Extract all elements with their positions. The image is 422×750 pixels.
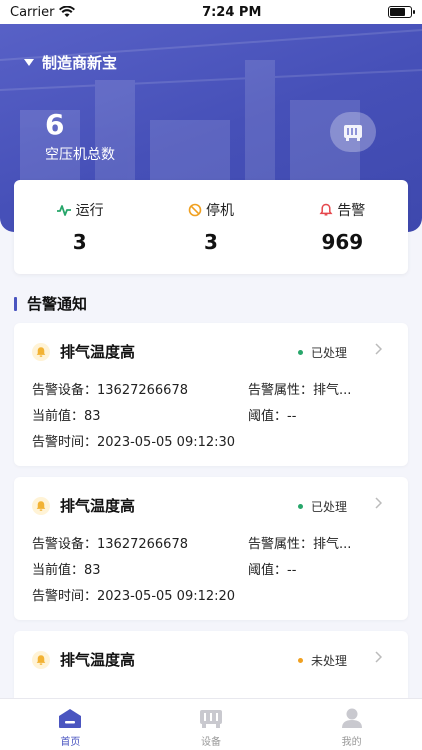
status-dot	[298, 350, 303, 355]
alarm-status-label: 未处理	[311, 654, 348, 668]
compressor-total-label: 空压机总数	[45, 147, 115, 163]
alarm-bell-icon	[32, 650, 50, 669]
alarm-current-value: 当前值：83	[32, 409, 101, 424]
alarm-threshold: 阈值：--	[248, 409, 297, 424]
bell-icon	[319, 203, 333, 216]
chevron-right-icon	[375, 497, 382, 509]
alarm-title: 排气温度高	[60, 651, 136, 669]
company-selector[interactable]: 制造商新宝	[24, 52, 117, 73]
section-accent-bar	[14, 296, 17, 311]
alarm-card[interactable]: 排气温度高 已处理 告警设备：13627266678 告警属性：排气... 当前…	[14, 323, 408, 466]
caret-down-icon	[24, 59, 34, 66]
tab-devices-label: 设备	[201, 737, 221, 748]
stat-running[interactable]: 运行 3	[14, 180, 145, 274]
alarm-attribute: 告警属性：排气...	[248, 537, 352, 552]
wifi-icon	[59, 6, 76, 17]
carrier-label: Carrier	[10, 4, 55, 20]
tab-profile-label: 我的	[341, 737, 362, 748]
compressor-total-count: 6	[45, 108, 65, 141]
alarm-device: 告警设备：13627266678	[32, 383, 188, 398]
alarm-device: 告警设备：13627266678	[32, 537, 188, 552]
alarm-title: 排气温度高	[60, 343, 136, 361]
alarm-status: 已处理	[298, 344, 347, 361]
home-icon	[59, 709, 82, 728]
alarm-status: 未处理	[298, 652, 347, 669]
alarm-time: 告警时间：2023-05-05 09:12:30	[32, 435, 236, 450]
alarm-bell-icon	[32, 496, 50, 515]
alarm-status-label: 已处理	[311, 346, 348, 360]
status-summary-card: 运行 3 停机 3 告警 969	[14, 180, 408, 274]
compressor-device-button[interactable]	[330, 112, 376, 152]
status-bar: Carrier 7:24 PM	[0, 0, 422, 24]
alarm-time: 告警时间：2023-05-05 09:12:20	[32, 589, 236, 604]
stat-alarm-label: 告警	[337, 203, 366, 219]
stop-icon	[188, 203, 202, 217]
chevron-right-icon	[375, 651, 382, 663]
alarm-threshold: 阈值：--	[248, 563, 297, 578]
status-dot	[298, 658, 303, 663]
tab-home[interactable]: 首页	[0, 699, 141, 750]
chevron-right-icon	[375, 343, 382, 355]
alarm-section-label: 告警通知	[27, 295, 88, 313]
alarm-title: 排气温度高	[60, 497, 136, 515]
alarm-card[interactable]: 排气温度高 未处理	[14, 631, 408, 698]
alarm-current-value: 当前值：83	[32, 563, 101, 578]
bottom-tab-bar: 首页 设备 我的	[0, 698, 422, 750]
stat-running-label: 运行	[75, 203, 104, 219]
pulse-icon	[56, 205, 71, 216]
compressor-icon	[344, 125, 362, 141]
battery-icon	[387, 6, 415, 18]
stat-stopped[interactable]: 停机 3	[145, 180, 276, 274]
stat-stopped-value: 3	[204, 230, 218, 254]
stat-alarm-value: 969	[321, 230, 364, 254]
device-icon	[200, 710, 222, 728]
tab-devices[interactable]: 设备	[141, 699, 282, 750]
alarm-status-label: 已处理	[311, 500, 348, 514]
tab-home-label: 首页	[60, 737, 81, 748]
status-time: 7:24 PM	[202, 4, 262, 20]
stat-alarm[interactable]: 告警 969	[277, 180, 408, 274]
status-dot	[298, 504, 303, 509]
alarm-attribute: 告警属性：排气...	[248, 383, 352, 398]
alarm-bell-icon	[32, 342, 50, 361]
stat-stopped-label: 停机	[205, 203, 234, 219]
alarm-card[interactable]: 排气温度高 已处理 告警设备：13627266678 告警属性：排气... 当前…	[14, 477, 408, 620]
stat-running-value: 3	[72, 230, 87, 254]
tab-profile[interactable]: 我的	[281, 699, 422, 750]
alarm-status: 已处理	[298, 498, 347, 515]
user-icon	[341, 708, 362, 728]
alarm-section-title: 告警通知	[14, 293, 87, 314]
company-name: 制造商新宝	[42, 54, 118, 72]
